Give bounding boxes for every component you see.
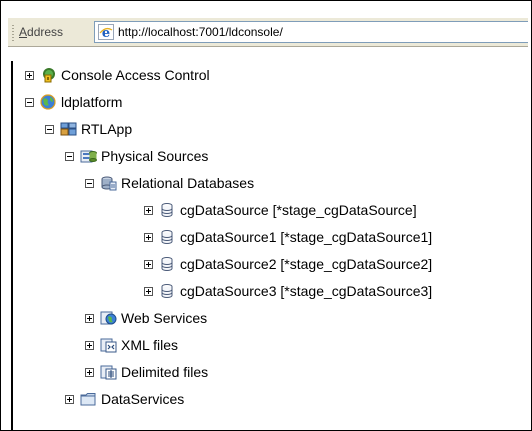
expand-icon[interactable] <box>65 394 74 404</box>
tree-node-datasource[interactable]: cgDataSource2 [*stage_cgDataSource2] <box>144 255 432 273</box>
tree-label: cgDataSource3 [*stage_cgDataSource3] <box>180 283 433 299</box>
tree-label: cgDataSource2 [*stage_cgDataSource2] <box>180 256 433 272</box>
expand-icon[interactable] <box>144 232 153 242</box>
address-label-rest: ddress <box>27 25 64 39</box>
console-window: Address e http://localhost:7001/ldconsol… <box>0 0 532 431</box>
expand-icon[interactable] <box>25 70 34 80</box>
address-label: Address <box>19 25 64 39</box>
web-services-icon <box>100 311 117 325</box>
database-cylinder-icon <box>161 230 173 244</box>
tree-label: RTLApp <box>81 121 133 137</box>
left-border <box>11 61 13 430</box>
tree-node-relational-databases[interactable]: Relational Databases <box>85 174 254 192</box>
tree-node-xml-files[interactable]: XML files <box>85 336 178 354</box>
expand-icon[interactable] <box>144 259 153 269</box>
tree-node-web-services[interactable]: Web Services <box>85 309 207 327</box>
expand-icon[interactable] <box>85 313 94 323</box>
physical-sources-icon <box>80 150 97 163</box>
tree-label: cgDataSource [*stage_cgDataSource] <box>180 202 417 218</box>
expand-icon[interactable] <box>144 286 153 296</box>
database-cylinder-icon <box>161 284 173 298</box>
tree-node-datasource[interactable]: cgDataSource [*stage_cgDataSource] <box>144 201 417 219</box>
tree-label: ldplatform <box>61 94 123 110</box>
tree-label: Physical Sources <box>101 148 209 164</box>
tree-label: XML files <box>121 337 179 353</box>
database-cylinder-icon <box>161 203 173 217</box>
tree-node-console-access-control[interactable]: Console Access Control <box>25 66 210 84</box>
tree-node-delimited-files[interactable]: Delimited files <box>85 363 208 381</box>
tree-node-ldplatform[interactable]: ldplatform <box>25 93 122 111</box>
tree-label: Relational Databases <box>121 175 255 191</box>
tree-label: Web Services <box>121 310 208 326</box>
toolbar-grip[interactable] <box>12 25 14 41</box>
key-icon <box>43 68 55 83</box>
globe-icon <box>40 94 56 110</box>
expand-icon[interactable] <box>85 367 94 377</box>
database-cylinder-icon <box>161 257 173 271</box>
tree-label: Console Access Control <box>61 67 210 83</box>
tree-node-dataservices[interactable]: DataServices <box>65 390 184 408</box>
relational-databases-icon <box>101 176 117 191</box>
expand-icon[interactable] <box>85 340 94 350</box>
tree-node-rtlapp[interactable]: RTLApp <box>45 120 132 138</box>
tree-label: DataServices <box>101 391 185 407</box>
expand-icon[interactable] <box>144 205 153 215</box>
address-url: http://localhost:7001/ldconsole/ <box>118 25 283 39</box>
address-input[interactable]: e http://localhost:7001/ldconsole/ <box>94 21 528 43</box>
collapse-icon[interactable] <box>65 151 74 161</box>
collapse-icon[interactable] <box>85 178 94 188</box>
collapse-icon[interactable] <box>25 97 34 107</box>
tree-node-datasource[interactable]: cgDataSource3 [*stage_cgDataSource3] <box>144 282 432 300</box>
tree-label: Delimited files <box>121 364 209 380</box>
address-bar: Address e http://localhost:7001/ldconsol… <box>8 17 528 47</box>
application-icon <box>60 122 77 136</box>
xml-files-icon <box>100 338 117 353</box>
internet-explorer-icon: e <box>98 24 114 40</box>
delimited-files-icon <box>100 365 117 380</box>
tree-label: cgDataSource1 [*stage_cgDataSource1] <box>180 229 433 245</box>
collapse-icon[interactable] <box>45 124 54 134</box>
tree-node-datasource[interactable]: cgDataSource1 [*stage_cgDataSource1] <box>144 228 432 246</box>
tree-node-physical-sources[interactable]: Physical Sources <box>65 147 208 165</box>
folder-icon <box>80 393 96 406</box>
